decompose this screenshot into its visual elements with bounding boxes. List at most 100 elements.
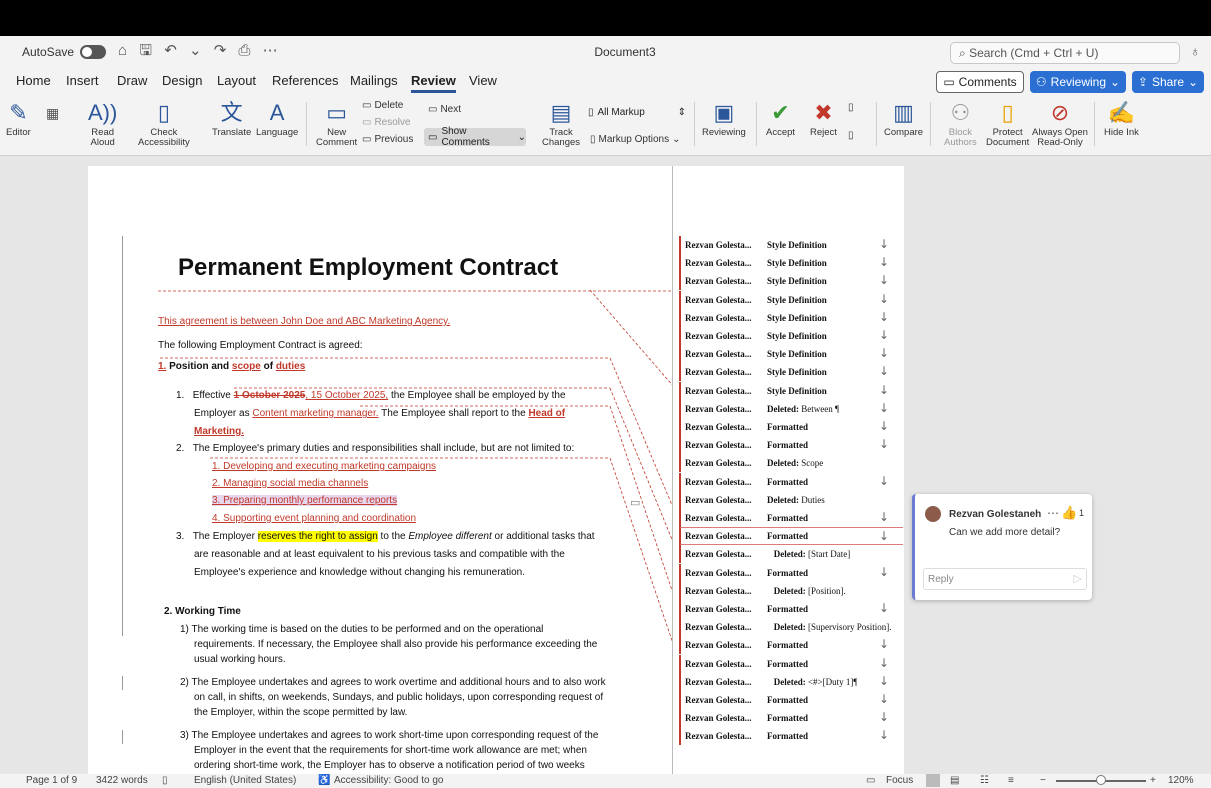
tab-home[interactable]: Home <box>16 73 51 88</box>
revision-balloon[interactable]: Rezvan Golesta... Formatted ↓ <box>679 472 903 491</box>
revision-balloon[interactable]: Rezvan Golesta... Formatted ↓ <box>679 709 903 728</box>
arrow-down-icon[interactable]: ↓ <box>879 328 889 342</box>
revision-balloon[interactable]: Rezvan Golesta... Formatted ↓ <box>679 636 903 655</box>
share-button[interactable]: ⇪ Share ⌄ <box>1132 71 1204 93</box>
arrow-down-icon[interactable]: ↓ <box>879 637 889 651</box>
arrow-down-icon[interactable]: ↓ <box>879 346 889 360</box>
tab-view[interactable]: View <box>469 73 497 88</box>
markup-options-button[interactable]: ▯ Markup Options ⌄ <box>590 134 681 145</box>
check-accessibility-button[interactable]: ▯ Check Accessibility <box>138 98 190 148</box>
revision-balloon[interactable]: Rezvan Golesta... Formatted ↓ <box>679 509 903 527</box>
revision-balloon[interactable]: Rezvan Golesta... Formatted ↓ <box>679 527 903 546</box>
revision-balloon[interactable]: Rezvan Golesta... Style Definition ↓ <box>679 236 903 254</box>
revision-balloon[interactable]: Rezvan Golesta... Style Definition ↓ <box>679 272 903 291</box>
arrow-down-icon[interactable]: ↓ <box>879 565 889 579</box>
revision-balloon[interactable]: Rezvan Golesta... Style Definition ↓ <box>679 381 903 400</box>
revision-balloon[interactable]: Rezvan Golesta... Style Definition ↓ <box>679 254 903 273</box>
compare-button[interactable]: ▥ Compare <box>884 98 923 138</box>
word-count[interactable]: 3422 words <box>96 775 148 786</box>
account-icon[interactable]: ♁ <box>1190 43 1201 59</box>
previous-change-button[interactable]: ▯ <box>848 102 854 113</box>
revision-balloon[interactable]: Rezvan Golesta... Deleted: [Start Date] <box>679 545 903 564</box>
revision-balloon[interactable]: Rezvan Golesta... Formatted ↓ <box>679 691 903 709</box>
outline-view-button[interactable]: ☷ <box>980 775 989 786</box>
language-status[interactable]: English (United States) <box>194 775 296 786</box>
working-time-3-line3[interactable]: ordering short-time work, the Employer h… <box>194 760 585 771</box>
next-change-button[interactable]: ▯ <box>848 130 854 141</box>
quick-access-toolbar[interactable]: ⌂ 🖫 ↶ ⌄ ↷ ⎙ ⋯ <box>118 40 282 65</box>
search-input[interactable]: ⌕ Search (Cmd + Ctrl + U) <box>950 42 1180 64</box>
revision-balloon[interactable]: Rezvan Golesta... Style Definition ↓ <box>679 345 903 364</box>
revision-balloon[interactable]: Rezvan Golesta... Style Definition ↓ <box>679 290 903 309</box>
reviewing-button[interactable]: ⚇ Reviewing ⌄ <box>1030 71 1126 93</box>
working-time-3[interactable]: 3) The Employee undertakes and agrees to… <box>180 730 598 741</box>
new-comment-button[interactable]: ▭ New Comment <box>316 98 357 148</box>
revision-balloon[interactable]: Rezvan Golesta... Deleted: Duties <box>679 490 903 509</box>
tab-draw[interactable]: Draw <box>117 73 147 88</box>
arrow-down-icon[interactable]: ↓ <box>879 292 889 306</box>
always-open-read-only-button[interactable]: ⊘ Always Open Read-Only <box>1032 98 1088 148</box>
focus-button[interactable]: Focus <box>886 775 913 786</box>
arrow-down-icon[interactable]: ↓ <box>879 728 889 742</box>
comments-button[interactable]: ▭ Comments <box>936 71 1024 93</box>
zoom-out-button[interactable]: − <box>1040 775 1046 786</box>
revision-balloon[interactable]: Rezvan Golesta... Deleted: Between ¶ ↓ <box>679 399 903 418</box>
arrow-down-icon[interactable]: ↓ <box>879 310 889 324</box>
show-comments-button[interactable]: ▭ Show Comments ⌄ <box>424 126 526 148</box>
word-count-button[interactable]: ▦ <box>46 98 59 128</box>
arrow-down-icon[interactable]: ↓ <box>879 437 889 451</box>
markup-view-select[interactable]: ▯ All Markup ⇕ <box>588 104 686 120</box>
arrow-down-icon[interactable]: ↓ <box>879 273 889 287</box>
arrow-down-icon[interactable]: ↓ <box>879 510 889 524</box>
hide-ink-button[interactable]: ✍ Hide Ink <box>1104 98 1139 138</box>
arrow-down-icon[interactable]: ↓ <box>879 710 889 724</box>
tab-layout[interactable]: Layout <box>217 73 256 88</box>
revision-balloon[interactable]: Rezvan Golesta... Formatted ↓ <box>679 727 903 746</box>
like-icon[interactable]: 👍 <box>1061 505 1077 521</box>
reject-button[interactable]: ✖ Reject <box>810 98 837 138</box>
editor-button[interactable]: ✎ Editor <box>6 98 31 138</box>
arrow-down-icon[interactable]: ↓ <box>879 237 889 251</box>
tab-references[interactable]: References <box>272 73 338 88</box>
block-authors-button[interactable]: ⚇ Block Authors <box>944 98 977 148</box>
revision-balloon[interactable]: Rezvan Golesta... Deleted: <#>[Duty 1]¶ ↓ <box>679 672 903 691</box>
arrow-down-icon[interactable]: ↓ <box>879 656 889 670</box>
arrow-down-icon[interactable]: ↓ <box>879 383 889 397</box>
next-comment-button[interactable]: ▭ Next <box>428 104 461 115</box>
page-count[interactable]: Page 1 of 9 <box>26 775 77 786</box>
arrow-down-icon[interactable]: ↓ <box>879 255 889 269</box>
revision-balloon[interactable]: Rezvan Golesta... Formatted ↓ <box>679 600 903 618</box>
autosave-toggle[interactable] <box>80 45 107 59</box>
comment-card[interactable]: Rezvan Golestaneh ⋯ 👍 1 Can we add more … <box>912 494 1092 600</box>
accessibility-status[interactable]: Accessibility: Good to go <box>334 775 444 786</box>
proofing-icon[interactable]: ▯ <box>162 775 168 786</box>
working-time-2-line3[interactable]: the Employer, within the scope permitted… <box>194 707 407 718</box>
arrow-down-icon[interactable]: ↓ <box>879 364 889 378</box>
tab-review[interactable]: Review <box>411 73 456 93</box>
revision-balloon[interactable]: Rezvan Golesta... Deleted: [Position]. <box>679 581 903 600</box>
web-layout-view-button[interactable]: ▤ <box>950 775 959 786</box>
print-layout-view-button[interactable] <box>926 774 940 787</box>
tab-insert[interactable]: Insert <box>66 73 99 88</box>
arrow-down-icon[interactable]: ↓ <box>879 601 889 615</box>
arrow-down-icon[interactable]: ↓ <box>879 692 889 706</box>
previous-comment-button[interactable]: ▭ Previous <box>362 134 413 145</box>
protect-document-button[interactable]: ▯ Protect Document <box>986 98 1029 148</box>
language-button[interactable]: A Language <box>256 98 298 138</box>
revision-balloon[interactable]: Rezvan Golesta... Style Definition ↓ <box>679 363 903 382</box>
tab-design[interactable]: Design <box>162 73 202 88</box>
more-options-icon[interactable]: ⋯ <box>1047 506 1059 520</box>
revision-balloon[interactable]: Rezvan Golesta... Deleted: Scope <box>679 454 903 473</box>
revision-balloon[interactable]: Rezvan Golesta... Formatted ↓ <box>679 654 903 673</box>
revision-balloon[interactable]: Rezvan Golesta... Style Definition ↓ <box>679 308 903 327</box>
track-changes-button[interactable]: ▤ Track Changes <box>542 98 580 148</box>
revision-balloon[interactable]: Rezvan Golesta... Formatted ↓ <box>679 418 903 436</box>
tab-mailings[interactable]: Mailings <box>350 73 398 88</box>
revision-balloon[interactable]: Rezvan Golesta... Style Definition ↓ <box>679 327 903 345</box>
working-time-2-line2[interactable]: on call, in shifts, on weekends, Sundays… <box>194 692 603 703</box>
arrow-down-icon[interactable]: ↓ <box>879 529 889 543</box>
arrow-down-icon[interactable]: ↓ <box>879 674 889 688</box>
send-icon[interactable]: ▷ <box>1074 572 1082 585</box>
document-title-heading[interactable]: Permanent Employment Contract <box>178 254 558 282</box>
revision-balloon[interactable]: Rezvan Golesta... Formatted ↓ <box>679 436 903 455</box>
